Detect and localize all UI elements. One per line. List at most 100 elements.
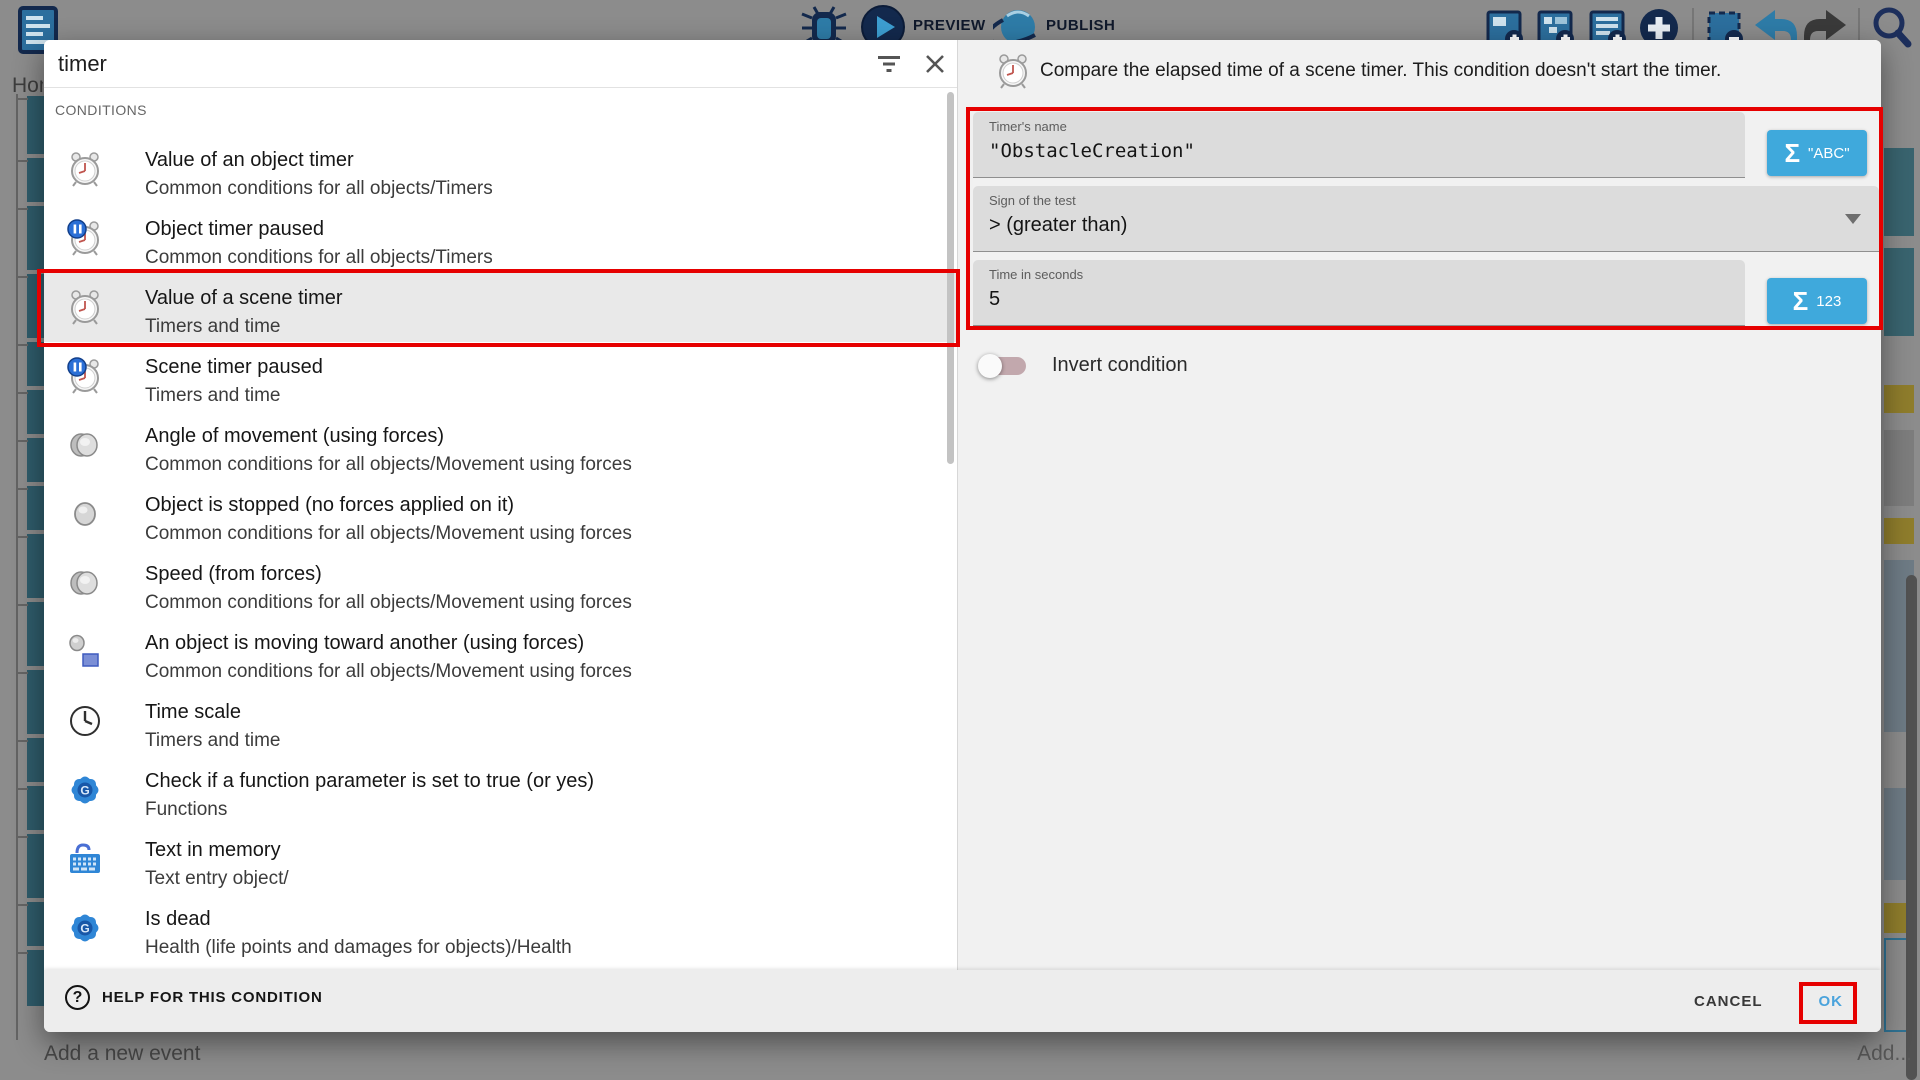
alarm-clock-icon (994, 52, 1030, 90)
background-event-block (1884, 385, 1914, 413)
close-icon[interactable] (921, 50, 949, 78)
condition-list-item[interactable]: Value of a scene timerTimers and time (44, 273, 957, 342)
tree-tick (16, 160, 28, 162)
clock-icon (66, 702, 106, 742)
tree-tick (16, 604, 28, 606)
tree-tick (16, 276, 28, 278)
toolbar-separator (1858, 8, 1860, 44)
sigma-icon: Σ (1784, 140, 1800, 166)
background-event-block (1884, 248, 1914, 336)
condition-list-item[interactable]: Object is stopped (no forces applied on … (44, 480, 957, 549)
condition-list-panel: CONDITIONS Value of an object timer Commo… (44, 40, 957, 970)
timer-name-value: "ObstacleCreation" (989, 140, 1195, 162)
condition-description: Compare the elapsed time of a scene time… (1040, 60, 1860, 82)
preview-button: PREVIEW (913, 17, 986, 34)
condition-list-item[interactable]: Value of an object timer Common condition… (44, 135, 957, 204)
condition-list-item[interactable]: Angle of movement (using forces)Common c… (44, 411, 957, 480)
field-label: Timer's name (989, 119, 1067, 134)
chevron-down-icon (1845, 214, 1861, 224)
condition-list-item[interactable]: Scene timer paused Timers and time (44, 342, 957, 411)
condition-title: Text in memory (145, 839, 281, 862)
string-expression-button[interactable]: Σ "ABC" (1767, 130, 1867, 176)
condition-title: Is dead (145, 908, 211, 931)
help-for-condition-button[interactable]: ? HELP FOR THIS CONDITION (65, 985, 323, 1010)
tree-tick (16, 836, 28, 838)
toolbar-separator (1692, 8, 1694, 44)
time-in-seconds-value: 5 (989, 288, 1000, 311)
conditions-list: Value of an object timer Common condition… (44, 135, 957, 970)
conditions-section-header: CONDITIONS (55, 102, 147, 118)
alarm-paused-icon (66, 219, 106, 259)
condition-list-item[interactable]: GIs deadHealth (life points and damages … (44, 894, 957, 963)
condition-title: Object timer paused (145, 218, 324, 241)
gear-icon: G (66, 771, 106, 811)
background-event-block (27, 670, 44, 734)
invert-condition-toggle[interactable]: Invert condition (978, 345, 1188, 385)
background-scrollbar (1906, 575, 1917, 1080)
condition-list-item[interactable]: Speed (from forces) Common conditions for… (44, 549, 957, 618)
condition-list-item[interactable]: G Check if a function parameter is set to… (44, 756, 957, 825)
background-event-block (27, 486, 44, 530)
condition-list-item[interactable]: Text in memory Text entry object/ (44, 825, 957, 894)
sign-of-test-select[interactable]: Sign of the test > (greater than) (973, 186, 1879, 252)
background-event-block (27, 602, 44, 666)
condition-title: An object is moving toward another (usin… (145, 632, 584, 655)
events-tree-line (16, 94, 18, 1040)
tree-tick (16, 440, 28, 442)
add-new-event-button: Add a new event (44, 1042, 200, 1066)
condition-list-item[interactable]: An object is moving toward another (usin… (44, 618, 957, 687)
background-event-block (27, 534, 44, 598)
background-event-block (27, 834, 44, 898)
timer-name-field[interactable]: Timer's name "ObstacleCreation" (973, 112, 1745, 178)
tree-tick (16, 392, 28, 394)
tree-tick (16, 488, 28, 490)
tree-tick (16, 740, 28, 742)
number-expression-button[interactable]: Σ 123 (1767, 278, 1867, 324)
background-event-block (27, 738, 44, 782)
tree-tick (16, 344, 28, 346)
background-event-block (27, 96, 44, 154)
ok-button[interactable]: OK (1819, 993, 1844, 1010)
condition-subtitle: Common conditions for all objects/Timers (145, 247, 493, 269)
double-circle-icon (66, 426, 106, 466)
list-scrollbar-thumb[interactable] (947, 92, 954, 464)
background-event-block (27, 274, 44, 338)
cancel-button[interactable]: CANCEL (1694, 993, 1763, 1010)
condition-title: Value of an object timer (145, 149, 354, 172)
condition-subtitle: Common conditions for all objects/Timers (145, 178, 493, 200)
condition-subtitle: Functions (145, 799, 227, 821)
toggle-switch-icon (978, 353, 1024, 377)
background-event-block (27, 206, 44, 270)
search-input[interactable] (58, 48, 858, 80)
choose-condition-dialog: CONDITIONS Value of an object timer Commo… (44, 40, 1881, 1032)
condition-list-item[interactable]: Time scaleTimers and time (44, 687, 957, 756)
filter-icon[interactable] (875, 50, 903, 78)
gear-icon: G (66, 909, 106, 949)
condition-subtitle: Common conditions for all objects/Moveme… (145, 592, 632, 614)
add-action-button: Add... (1857, 1042, 1912, 1066)
condition-subtitle: Timers and time (145, 385, 281, 407)
condition-title: Speed (from forces) (145, 563, 322, 586)
time-in-seconds-field[interactable]: Time in seconds 5 (973, 260, 1745, 326)
background-event-block (27, 390, 44, 434)
condition-subtitle: Text entry object/ (145, 868, 289, 890)
tree-tick (16, 98, 28, 100)
tree-tick (16, 536, 28, 538)
background-event-block (27, 158, 44, 202)
background-event-block (27, 786, 44, 830)
sigma-icon: Σ (1793, 288, 1809, 314)
condition-title: Scene timer paused (145, 356, 323, 379)
sign-of-test-value: > (greater than) (989, 214, 1127, 237)
condition-list-item[interactable]: Object timer paused Common conditions for… (44, 204, 957, 273)
condition-subtitle: Common conditions for all objects/Moveme… (145, 454, 632, 476)
condition-title: Check if a function parameter is set to … (145, 770, 594, 793)
field-label: Sign of the test (989, 193, 1076, 208)
background-event-block (27, 950, 44, 1006)
condition-subtitle: Common conditions for all objects/Moveme… (145, 661, 632, 683)
condition-title: Time scale (145, 701, 241, 724)
svg-text:G: G (80, 784, 89, 798)
tree-tick (16, 788, 28, 790)
field-label: Time in seconds (989, 267, 1083, 282)
screen: PREVIEW PUBLISH Home Add a new event Add… (0, 0, 1920, 1080)
help-icon: ? (65, 985, 90, 1010)
